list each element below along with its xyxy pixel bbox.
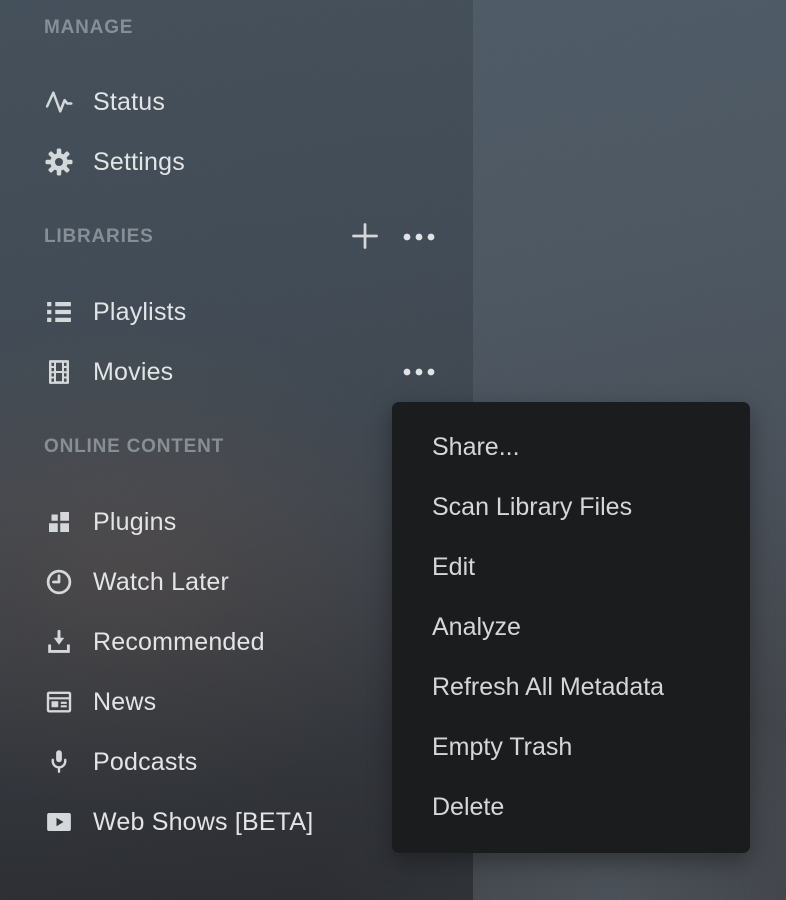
sidebar-item-label: Movies bbox=[93, 358, 173, 387]
download-icon bbox=[44, 627, 74, 657]
plex-window: MANAGE Status Settings LIBRARIES bbox=[0, 0, 786, 900]
libraries-more-button[interactable] bbox=[402, 230, 436, 244]
plus-icon bbox=[350, 221, 380, 254]
context-menu: Share... Scan Library Files Edit Analyze… bbox=[392, 402, 750, 853]
playlist-icon bbox=[44, 297, 74, 327]
sidebar-item-label: Recommended bbox=[93, 628, 265, 657]
movies-more-button[interactable] bbox=[402, 365, 436, 379]
ellipsis-icon bbox=[402, 365, 436, 380]
activity-icon bbox=[44, 87, 74, 117]
grid-icon bbox=[44, 507, 74, 537]
gear-icon bbox=[44, 147, 74, 177]
menu-item-empty-trash[interactable]: Empty Trash bbox=[392, 717, 750, 777]
sidebar-item-label: Playlists bbox=[93, 298, 187, 327]
sidebar-item-movies[interactable]: Movies bbox=[0, 342, 473, 402]
menu-item-analyze[interactable]: Analyze bbox=[392, 597, 750, 657]
menu-item-refresh-all-metadata[interactable]: Refresh All Metadata bbox=[392, 657, 750, 717]
film-icon bbox=[44, 357, 74, 387]
sidebar-item-label: Plugins bbox=[93, 508, 176, 537]
menu-item-share[interactable]: Share... bbox=[392, 417, 750, 477]
sidebar-item-playlists[interactable]: Playlists bbox=[0, 282, 473, 342]
sidebar-item-label: News bbox=[93, 688, 156, 717]
ellipsis-icon bbox=[402, 230, 436, 245]
section-header-libraries: LIBRARIES bbox=[0, 207, 473, 267]
section-header-label: MANAGE bbox=[44, 17, 133, 39]
add-library-button[interactable] bbox=[350, 222, 380, 252]
sidebar-item-label: Web Shows [BETA] bbox=[93, 808, 313, 837]
section-header-label: LIBRARIES bbox=[44, 226, 154, 248]
sidebar-item-status[interactable]: Status bbox=[0, 72, 473, 132]
sidebar-item-label: Watch Later bbox=[93, 568, 229, 597]
clock-icon bbox=[44, 567, 74, 597]
sidebar-item-label: Status bbox=[93, 88, 165, 117]
sidebar-item-label: Settings bbox=[93, 148, 185, 177]
video-play-icon bbox=[44, 807, 74, 837]
sidebar-item-settings[interactable]: Settings bbox=[0, 132, 473, 192]
section-header-label: ONLINE CONTENT bbox=[44, 436, 224, 458]
section-header-manage: MANAGE bbox=[0, 0, 473, 55]
menu-item-edit[interactable]: Edit bbox=[392, 537, 750, 597]
newspaper-icon bbox=[44, 687, 74, 717]
menu-item-scan-library-files[interactable]: Scan Library Files bbox=[392, 477, 750, 537]
menu-item-delete[interactable]: Delete bbox=[392, 777, 750, 837]
microphone-icon bbox=[44, 747, 74, 777]
sidebar-item-label: Podcasts bbox=[93, 748, 197, 777]
